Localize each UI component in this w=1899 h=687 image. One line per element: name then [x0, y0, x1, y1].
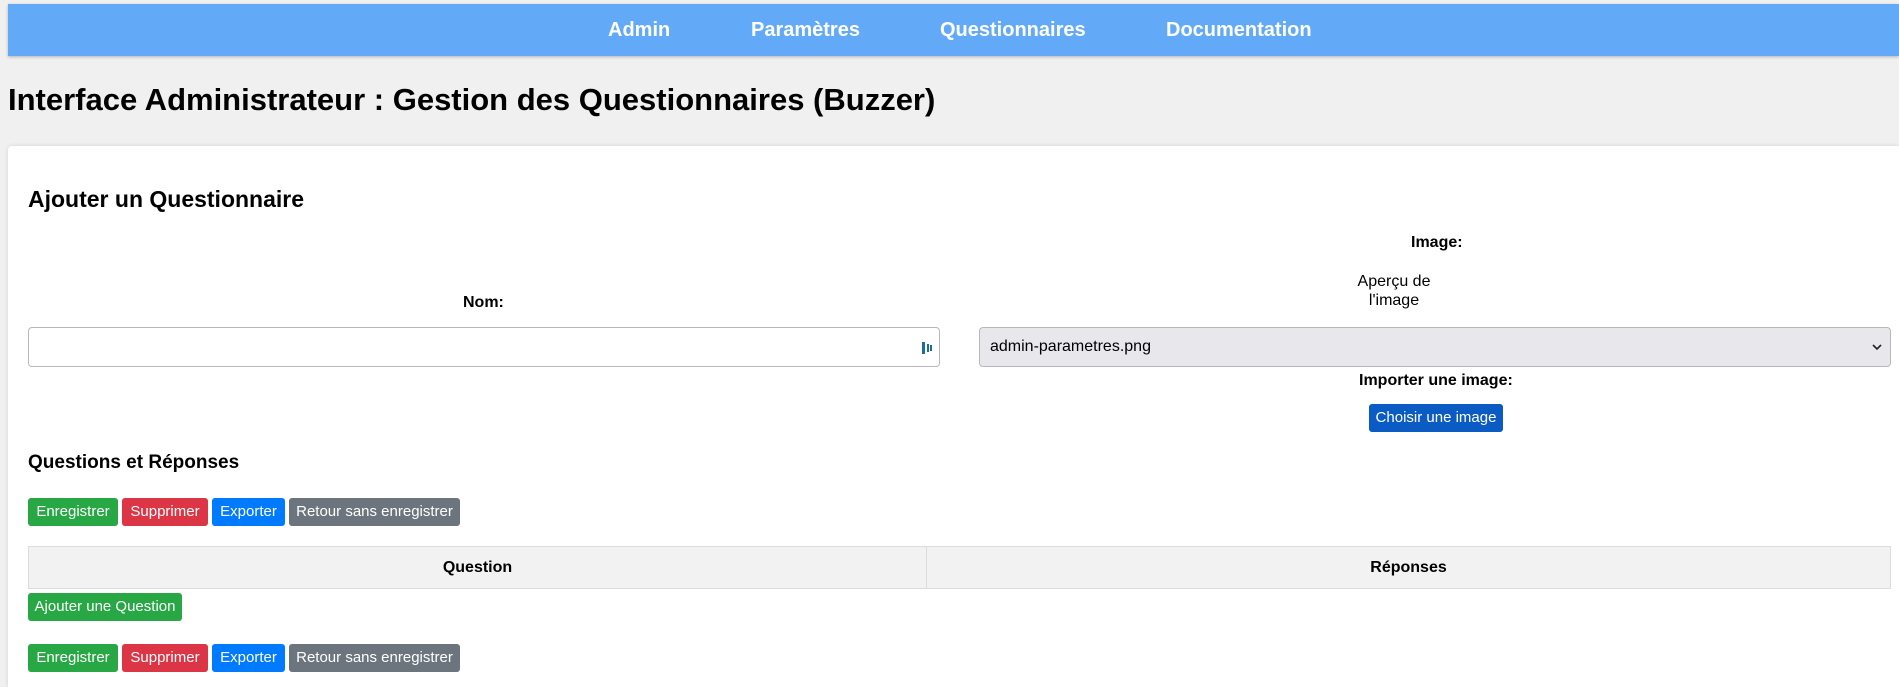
nom-input[interactable]	[37, 328, 901, 366]
add-questionnaire-title: Ajouter un Questionnaire	[28, 186, 305, 212]
save-button-bottom[interactable]: Enregistrer	[28, 644, 118, 672]
nom-label: Nom:	[463, 294, 504, 311]
delete-button-bottom[interactable]: Supprimer	[122, 644, 208, 672]
table-header-question: Question	[29, 547, 927, 588]
top-navbar: Admin Paramètres Questionnaires Document…	[8, 4, 1899, 56]
import-image-label: Importer une image:	[1359, 372, 1513, 389]
nav-item-questionnaires[interactable]: Questionnaires	[940, 4, 1086, 56]
nav-item-parametres[interactable]: Paramètres	[751, 4, 860, 56]
nom-field[interactable]	[28, 327, 940, 367]
add-question-button[interactable]: Ajouter une Question	[28, 593, 182, 621]
image-select[interactable]: admin-parametres.png	[979, 327, 1891, 367]
export-button-bottom[interactable]: Exporter	[212, 644, 285, 672]
image-label: Image:	[1411, 234, 1463, 251]
nav-item-documentation[interactable]: Documentation	[1166, 4, 1312, 56]
image-select-value: admin-parametres.png	[990, 338, 1151, 355]
choose-image-button[interactable]: Choisir une image	[1369, 404, 1503, 432]
questionnaire-card: Ajouter un Questionnaire Nom: Image: Ape…	[8, 146, 1899, 687]
password-manager-icon[interactable]	[921, 340, 933, 356]
page-title: Interface Administrateur : Gestion des Q…	[8, 82, 936, 117]
back-without-saving-button-bottom[interactable]: Retour sans enregistrer	[289, 644, 460, 672]
back-without-saving-button-top[interactable]: Retour sans enregistrer	[289, 498, 460, 526]
save-button-top[interactable]: Enregistrer	[28, 498, 118, 526]
chevron-down-icon	[1872, 344, 1882, 351]
table-header-reponses: Réponses	[1370, 559, 1447, 576]
image-preview: Aperçu de l'image	[1357, 273, 1431, 309]
delete-button-top[interactable]: Supprimer	[122, 498, 208, 526]
nav-item-admin[interactable]: Admin	[608, 4, 670, 56]
questions-table: Question Réponses	[28, 546, 1891, 589]
export-button-top[interactable]: Exporter	[212, 498, 285, 526]
questions-reponses-title: Questions et Réponses	[28, 452, 240, 473]
